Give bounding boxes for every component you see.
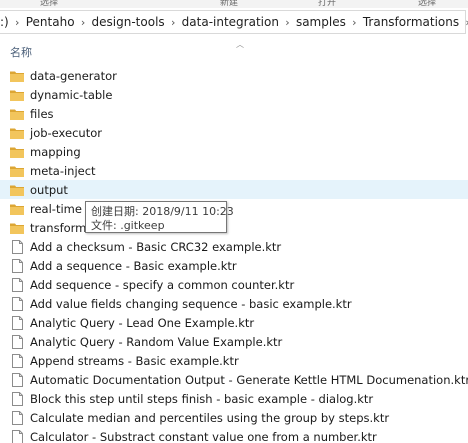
- item-label: mapping: [30, 144, 81, 159]
- item-label: meta-inject: [30, 163, 96, 178]
- folder-icon: [10, 69, 24, 83]
- document-icon: [10, 391, 24, 406]
- item-label: data-generator: [30, 68, 117, 83]
- breadcrumb-drive[interactable]: :): [0, 15, 9, 29]
- sort-up-icon: ︿: [236, 40, 244, 49]
- document-icon: [10, 296, 24, 311]
- breadcrumb-samples[interactable]: samples: [294, 15, 348, 29]
- folder-icon: [10, 164, 24, 178]
- ribbon-group-labels: 选择 新建 打开 选择: [0, 0, 468, 8]
- item-label: Calculate median and percentiles using t…: [30, 410, 390, 425]
- document-icon: [10, 277, 24, 292]
- list-item[interactable]: Append streams - Basic example.ktr: [10, 351, 468, 370]
- folder-icon: [10, 145, 24, 159]
- folder-icon: [10, 202, 24, 216]
- document-icon: [10, 372, 24, 387]
- item-label: dynamic-table: [30, 87, 113, 102]
- item-label: Append streams - Basic example.ktr: [30, 353, 239, 368]
- chevron-right-icon[interactable]: ›: [281, 16, 294, 29]
- document-icon: [10, 334, 24, 349]
- item-label: Block this step until steps finish - bas…: [30, 391, 374, 406]
- breadcrumb-data-integration[interactable]: data-integration: [180, 15, 281, 29]
- chevron-right-icon[interactable]: ›: [461, 16, 468, 29]
- breadcrumb-transformations[interactable]: Transformations: [361, 15, 461, 29]
- item-label: Add sequence - specify a common counter.…: [30, 277, 295, 292]
- file-explorer-window: 选择 新建 打开 选择 :) › Pentaho › design-tools …: [0, 0, 468, 443]
- breadcrumb-pentaho[interactable]: Pentaho: [24, 15, 77, 29]
- tooltip-created-date: 创建日期: 2018/9/11 10:23: [91, 205, 234, 218]
- item-label: Add a checksum - Basic CRC32 example.ktr: [30, 239, 282, 254]
- folder-icon: [10, 126, 24, 140]
- folder-icon: [10, 221, 24, 235]
- ribbon-label-open: 打开: [318, 0, 337, 8]
- chevron-right-icon[interactable]: ›: [11, 16, 24, 29]
- address-bar[interactable]: :) › Pentaho › design-tools › data-integ…: [0, 10, 468, 34]
- column-header: 名称 ︿: [0, 36, 468, 60]
- list-item[interactable]: meta-inject: [10, 161, 468, 180]
- breadcrumb: :) › Pentaho › design-tools › data-integ…: [0, 11, 468, 33]
- ribbon-label-new: 新建: [220, 0, 239, 8]
- item-label: job-executor: [30, 125, 102, 140]
- item-label: Add a sequence - Basic example.ktr: [30, 258, 237, 273]
- list-item[interactable]: job-executor: [10, 123, 468, 142]
- list-item[interactable]: files: [10, 104, 468, 123]
- document-icon: [10, 239, 24, 254]
- list-item[interactable]: Automatic Documentation Output - Generat…: [10, 370, 468, 389]
- list-item[interactable]: Add sequence - specify a common counter.…: [10, 275, 468, 294]
- folder-icon: [10, 88, 24, 102]
- list-item[interactable]: Add a sequence - Basic example.ktr: [10, 256, 468, 275]
- list-item[interactable]: real-time st: [10, 199, 468, 218]
- list-item[interactable]: Add value fields changing sequence - bas…: [10, 294, 468, 313]
- chevron-right-icon[interactable]: ›: [348, 16, 361, 29]
- list-item[interactable]: data-generator: [10, 66, 468, 85]
- document-icon: [10, 258, 24, 273]
- document-icon: [10, 315, 24, 330]
- column-header-name[interactable]: 名称: [10, 44, 32, 60]
- folder-icon: [10, 107, 24, 121]
- list-item[interactable]: Block this step until steps finish - bas…: [10, 389, 468, 408]
- document-icon: [10, 353, 24, 368]
- list-item-hovered[interactable]: output: [0, 180, 468, 199]
- folder-icon: [10, 183, 24, 197]
- list-item[interactable]: Add a checksum - Basic CRC32 example.ktr: [10, 237, 468, 256]
- ribbon-label-select: 选择: [418, 0, 437, 8]
- item-label: Add value fields changing sequence - bas…: [30, 296, 352, 311]
- list-item[interactable]: mapping: [10, 142, 468, 161]
- tooltip-files: 文件: .gitkeep: [91, 219, 165, 232]
- item-label: Calculator - Substract constant value on…: [30, 429, 377, 443]
- chevron-right-icon[interactable]: ›: [77, 16, 90, 29]
- ribbon-label-organize: 选择: [40, 0, 59, 8]
- document-icon: [10, 429, 24, 443]
- item-tooltip: 创建日期: 2018/9/11 10:23 文件: .gitkeep: [85, 201, 234, 233]
- list-item[interactable]: Analytic Query - Random Value Example.kt…: [10, 332, 468, 351]
- list-item[interactable]: dynamic-table: [10, 85, 468, 104]
- item-label: Analytic Query - Random Value Example.kt…: [30, 334, 283, 349]
- item-label: output: [30, 182, 68, 197]
- item-label: Analytic Query - Lead One Example.ktr: [30, 315, 255, 330]
- list-item[interactable]: transformat: [10, 218, 468, 237]
- chevron-right-icon[interactable]: ›: [167, 16, 180, 29]
- breadcrumb-design-tools[interactable]: design-tools: [90, 15, 167, 29]
- list-item[interactable]: Analytic Query - Lead One Example.ktr: [10, 313, 468, 332]
- list-item[interactable]: Calculate median and percentiles using t…: [10, 408, 468, 427]
- document-icon: [10, 410, 24, 425]
- item-label: Automatic Documentation Output - Generat…: [30, 372, 468, 387]
- item-label: files: [30, 106, 54, 121]
- list-item[interactable]: Calculator - Substract constant value on…: [10, 427, 468, 443]
